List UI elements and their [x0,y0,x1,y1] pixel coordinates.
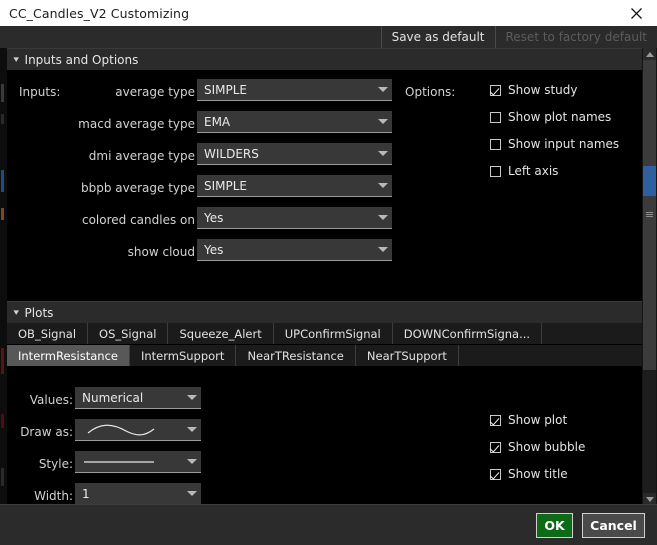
plots-section-header[interactable]: ▾ Plots [7,301,642,324]
chevron-down-icon [374,119,392,124]
input-dropdown-value-colored-candles-on: Yes [204,210,224,225]
draw-as-label: Draw as: [20,425,73,439]
width-dropdown-value: 1 [82,486,90,501]
dialog-toolbar: Save as default Reset to factory default [0,26,657,49]
tab-intermsupport[interactable]: IntermSupport [129,345,237,366]
chevron-down-icon [183,459,201,464]
inputs-and-options-label: Inputs and Options [24,52,139,67]
checkbox-left-axis[interactable]: Left axis [490,164,558,178]
background-chart-strip [0,48,7,545]
input-dropdown-value-average-type: SIMPLE [204,82,248,97]
checkbox-show-bubble[interactable]: Show bubble [490,440,585,454]
checkbox-label-show-study: Show study [508,83,578,97]
customizing-dialog: CC_Candles_V2 Customizing Save as defaul… [0,0,657,545]
values-dropdown-value: Numerical [82,390,144,405]
checkbox-box-show-plot [490,414,501,426]
checkbox-box-left-axis [490,165,501,177]
input-label-bbpb-average-type: bbpb average type [80,181,195,195]
values-dropdown[interactable]: Numerical [75,387,201,409]
checkbox-label-show-title: Show title [508,467,568,481]
checkbox-label-show-plot-names: Show plot names [508,110,612,124]
tab-squeeze-alert[interactable]: Squeeze_Alert [168,323,274,344]
chevron-down-icon [374,151,392,156]
checkbox-label-show-plot: Show plot [508,413,568,427]
checkbox-box-show-bubble [490,441,501,453]
chevron-down-icon: ▾ [13,307,20,318]
tab-row-filler [542,323,642,344]
input-dropdown-value-show-cloud: Yes [204,242,224,257]
input-dropdown-colored-candles-on[interactable]: Yes [197,207,392,229]
chevron-down-icon: ▾ [13,54,20,65]
checkbox-label-left-axis: Left axis [508,164,559,178]
scrollbar-thumb[interactable] [643,60,656,370]
width-dropdown[interactable]: 1 [75,483,201,505]
scrollbar-highlight [643,166,656,196]
scrollbar-up-arrow-icon[interactable] [643,48,656,60]
chevron-down-icon [183,491,201,496]
tab-downconfirmsignal[interactable]: DOWNConfirmSigna... [392,323,543,344]
reset-to-factory-default-button: Reset to factory default [494,26,657,48]
input-dropdown-value-bbpb-average-type: SIMPLE [204,178,248,193]
chevron-down-icon [374,87,392,92]
close-icon[interactable] [623,0,649,26]
tab-upconfirmsignal[interactable]: UPConfirmSignal [273,323,393,344]
checkbox-box-show-plot-names [490,111,501,123]
checkbox-show-plot[interactable]: Show plot [490,413,567,427]
input-label-colored-candles-on: colored candles on [81,213,195,227]
line-curve-icon [75,421,183,439]
solid-line-icon [75,455,183,469]
width-label: Width: [34,489,73,503]
input-dropdown-dmi-average-type[interactable]: WILDERS [197,143,392,165]
cancel-button[interactable]: Cancel [582,513,645,538]
input-dropdown-macd-average-type[interactable]: EMA [197,111,392,133]
chevron-down-icon [183,395,201,400]
input-label-dmi-average-type: dmi average type [88,149,195,163]
dialog-footer: OK Cancel [0,504,657,545]
plot-settings-panel: Values: Numerical Draw as: Style: Width: [7,366,642,505]
style-dropdown[interactable] [75,451,201,473]
input-dropdown-bbpb-average-type[interactable]: SIMPLE [197,175,392,197]
chevron-down-icon [374,215,392,220]
checkbox-label-show-bubble: Show bubble [508,440,586,454]
tab-row-filler-2 [458,345,642,366]
checkbox-show-title[interactable]: Show title [490,467,568,481]
tab-ob-signal[interactable]: OB_Signal [7,323,89,344]
tab-neartresistance[interactable]: NearTResistance [236,345,356,366]
plot-tabs-row-1: OB_Signal OS_Signal Squeeze_Alert UPConf… [7,323,642,344]
plot-tabs-row-2: IntermResistance IntermSupport NearTResi… [7,345,642,366]
checkbox-box-show-input-names [490,138,501,150]
draw-as-dropdown[interactable] [75,419,201,441]
scrollbar-grip-icon [646,212,653,217]
checkbox-show-plot-names[interactable]: Show plot names [490,110,611,124]
window-title: CC_Candles_V2 Customizing [9,5,190,21]
plots-label: Plots [24,305,54,320]
input-dropdown-value-macd-average-type: EMA [204,114,231,129]
tab-os-signal[interactable]: OS_Signal [88,323,169,344]
chevron-down-icon [374,183,392,188]
title-bar: CC_Candles_V2 Customizing [0,0,657,26]
ok-button[interactable]: OK [536,513,573,538]
dialog-scrollbar[interactable] [642,48,657,505]
input-dropdown-value-dmi-average-type: WILDERS [204,146,259,161]
save-as-default-button[interactable]: Save as default [380,26,495,48]
input-label-average-type: average type [115,85,195,99]
chevron-down-icon [374,247,392,252]
checkbox-label-show-input-names: Show input names [508,137,620,151]
checkbox-box-show-study [490,84,501,96]
tab-neartsupport[interactable]: NearTSupport [355,345,459,366]
input-label-show-cloud: show cloud [127,245,195,259]
style-label: Style: [38,457,73,471]
options-group-label: Options: [405,85,456,99]
inputs-options-panel: Inputs: average type SIMPLE macd average… [7,70,642,298]
checkbox-show-input-names[interactable]: Show input names [490,137,619,151]
values-label: Values: [29,393,73,407]
tab-intermresistance[interactable]: IntermResistance [7,345,130,366]
input-label-macd-average-type: macd average type [78,117,195,131]
inputs-and-options-section-header[interactable]: ▾ Inputs and Options [7,48,642,71]
input-dropdown-show-cloud[interactable]: Yes [197,239,392,261]
chevron-down-icon [183,427,201,432]
input-dropdown-average-type[interactable]: SIMPLE [197,79,392,101]
checkbox-box-show-title [490,468,501,480]
checkbox-show-study[interactable]: Show study [490,83,577,97]
